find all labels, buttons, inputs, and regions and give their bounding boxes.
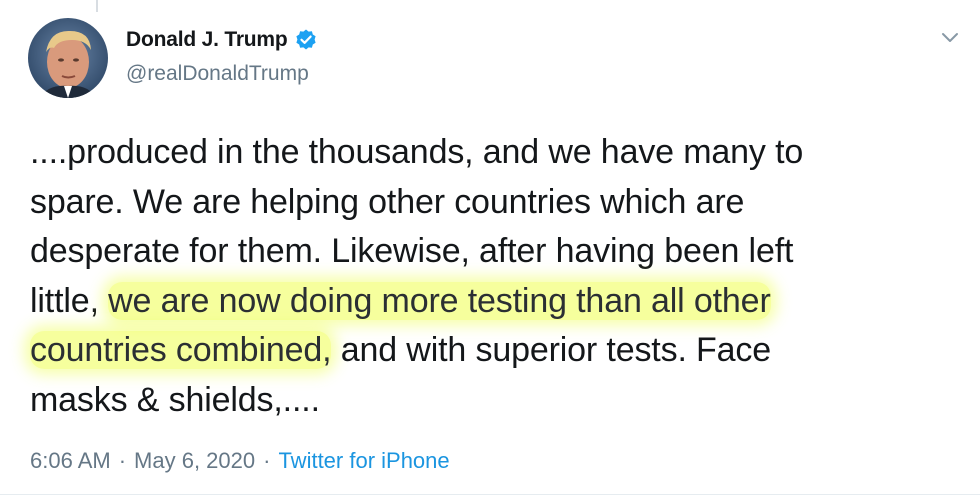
text-segment: desperate for them. Likewise, after havi… <box>30 232 794 270</box>
tweet-text-line: countries combined, and with superior te… <box>30 326 930 376</box>
highlighted-text: we are now doing more testing than all o… <box>108 281 771 320</box>
verified-badge-icon <box>294 28 318 52</box>
thread-connector-line <box>96 0 98 12</box>
text-segment: little, <box>30 281 109 320</box>
meta-separator: · <box>263 448 271 473</box>
tweet-text-line: little, we are now doing more testing th… <box>30 277 930 327</box>
tweet-text-line: desperate for them. Likewise, after havi… <box>30 227 930 277</box>
avatar[interactable] <box>28 18 108 98</box>
tweet-text-line: ....produced in the thousands, and we ha… <box>30 128 930 178</box>
chevron-down-icon[interactable] <box>938 26 962 50</box>
tweet-text-line: spare. We are helping other countries wh… <box>30 178 930 228</box>
text-segment: and with superior tests. Face <box>331 331 772 369</box>
author-name-row[interactable]: Donald J. Trump <box>126 28 318 52</box>
meta-separator: · <box>118 448 127 473</box>
text-segment: spare. We are helping other countries wh… <box>30 182 745 221</box>
text-segment: masks & shields,.... <box>30 380 320 419</box>
tweet-source-link[interactable]: Twitter for iPhone <box>278 448 449 474</box>
author-display-name[interactable]: Donald J. Trump <box>126 28 288 52</box>
divider <box>0 494 980 495</box>
tweet-text-line: masks & shields,.... <box>30 376 930 426</box>
tweet-time[interactable]: 6:06 AM <box>30 448 111 474</box>
highlighted-text: countries combined, <box>30 331 332 369</box>
tweet-text: ....produced in the thousands, and we ha… <box>30 128 930 425</box>
user-avatar-icon <box>28 18 108 98</box>
text-segment: ....produced in the thousands, and we ha… <box>30 133 804 171</box>
author-handle[interactable]: @realDonaldTrump <box>126 62 309 86</box>
tweet-date[interactable]: May 6, 2020 <box>134 448 255 474</box>
tweet-metadata: 6:06 AM · May 6, 2020 · Twitter for iPho… <box>30 448 450 474</box>
tweet-card: Donald J. Trump @realDonaldTrump ....pro… <box>0 0 980 502</box>
